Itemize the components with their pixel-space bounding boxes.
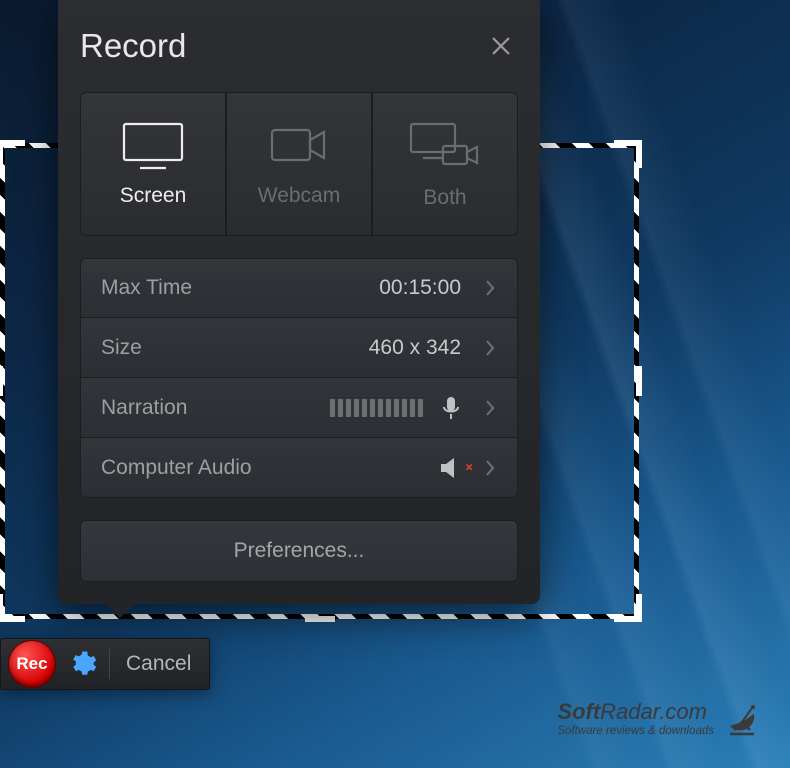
input-level-meter [330, 399, 423, 417]
microphone-icon [442, 396, 460, 420]
microphone-button[interactable] [437, 394, 465, 422]
max-time-value: 00:15:00 [379, 276, 461, 300]
chevron-right-icon [479, 460, 501, 476]
size-value: 460 x 342 [369, 336, 461, 360]
record-panel: Record Screen Webcam [58, 0, 540, 604]
computer-audio-label: Computer Audio [101, 456, 252, 480]
record-button[interactable]: Rec [9, 641, 55, 687]
max-time-row[interactable]: Max Time 00:15:00 [80, 258, 518, 318]
cancel-button-label: Cancel [126, 652, 191, 675]
gear-icon [67, 649, 97, 679]
monitor-icon [118, 120, 188, 170]
mode-webcam-button[interactable]: Webcam [226, 92, 372, 236]
watermark: SoftRadar.com Software reviews & downloa… [557, 698, 762, 738]
mode-both-label: Both [423, 186, 466, 210]
record-button-label: Rec [16, 654, 47, 674]
computer-audio-toggle[interactable]: × [435, 454, 471, 482]
mode-webcam-label: Webcam [258, 184, 340, 208]
mode-screen-button[interactable]: Screen [80, 92, 226, 236]
settings-button[interactable] [65, 647, 99, 681]
cancel-button[interactable]: Cancel [120, 652, 197, 676]
radar-dish-icon [722, 698, 762, 738]
muted-indicator-icon: × [465, 459, 473, 474]
narration-label: Narration [101, 396, 187, 420]
screen-and-webcam-icon [407, 118, 483, 172]
record-toolbar: Rec Cancel [0, 638, 210, 690]
close-icon [490, 35, 512, 57]
chevron-right-icon [479, 340, 501, 356]
webcam-icon [264, 120, 334, 170]
chevron-right-icon [479, 400, 501, 416]
chevron-right-icon [479, 280, 501, 296]
mode-screen-label: Screen [120, 184, 187, 208]
computer-audio-row[interactable]: Computer Audio × [80, 438, 518, 498]
mode-both-button[interactable]: Both [372, 92, 518, 236]
speaker-muted-icon [440, 457, 466, 479]
preferences-label: Preferences... [234, 539, 365, 563]
max-time-label: Max Time [101, 276, 192, 300]
size-row[interactable]: Size 460 x 342 [80, 318, 518, 378]
narration-row[interactable]: Narration [80, 378, 518, 438]
panel-title: Record [80, 27, 186, 65]
size-label: Size [101, 336, 142, 360]
watermark-site-name: SoftRadar.com [557, 699, 707, 725]
close-button[interactable] [484, 29, 518, 63]
preferences-button[interactable]: Preferences... [80, 520, 518, 582]
watermark-tagline: Software reviews & downloads [557, 725, 714, 737]
toolbar-divider [109, 649, 110, 679]
